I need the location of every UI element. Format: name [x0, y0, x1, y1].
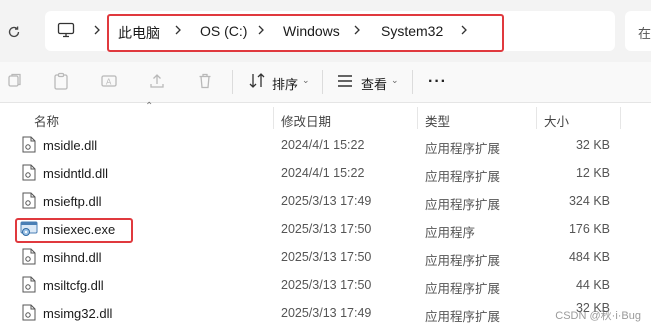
- column-separator[interactable]: [417, 107, 418, 129]
- refresh-icon: [8, 26, 20, 38]
- column-header-size[interactable]: 大小: [544, 111, 569, 130]
- file-date: 2025/3/13 17:49: [281, 306, 372, 320]
- file-name: msimg32.dll: [43, 306, 113, 321]
- dll-file-icon: [22, 248, 36, 265]
- column-header-type[interactable]: 类型: [425, 111, 450, 130]
- chevron-down-icon[interactable]: ⌄: [302, 75, 310, 86]
- column-header-name[interactable]: 名称: [34, 111, 59, 130]
- copy-icon[interactable]: [4, 71, 24, 91]
- computer-icon[interactable]: [57, 21, 75, 39]
- file-type: 应用程序: [425, 226, 476, 240]
- file-type: 应用程序扩展: [425, 142, 501, 156]
- column-separator[interactable]: [536, 107, 537, 129]
- file-size: 12 KB: [575, 166, 610, 180]
- view-icon[interactable]: [335, 71, 355, 91]
- file-date: 2024/4/1 15:22: [281, 138, 365, 152]
- more-options-button[interactable]: ···: [428, 73, 447, 91]
- file-size: 44 KB: [575, 278, 610, 292]
- svg-text:A: A: [106, 78, 112, 87]
- delete-icon[interactable]: [195, 71, 215, 91]
- search-placeholder: 在: [638, 26, 651, 41]
- file-date: 2025/3/13 17:50: [281, 250, 372, 264]
- file-row[interactable]: msihnd.dll 2025/3/13 17:50 应用程序扩展 484 KB: [0, 243, 651, 271]
- highlight-box-path: [107, 14, 504, 52]
- refresh-button[interactable]: [4, 22, 24, 42]
- column-header-row: ⌃ 名称 修改日期 类型 大小: [0, 101, 651, 131]
- rename-icon[interactable]: A: [99, 71, 119, 91]
- file-row[interactable]: msiltcfg.dll 2025/3/13 17:50 应用程序扩展 44 K…: [0, 271, 651, 299]
- toolbar-divider: [322, 70, 323, 94]
- sort-icon[interactable]: [247, 71, 267, 91]
- toolbar-divider: [412, 70, 413, 94]
- file-date: 2024/4/1 15:22: [281, 166, 365, 180]
- file-type: 应用程序扩展: [425, 310, 501, 324]
- file-size: 324 KB: [568, 194, 610, 208]
- sort-button-label[interactable]: 排序: [272, 74, 298, 93]
- column-separator[interactable]: [273, 107, 274, 129]
- dll-file-icon: [22, 164, 36, 181]
- address-bar: 此电脑 OS (C:) Windows System32 在: [0, 0, 651, 62]
- paste-icon[interactable]: [51, 71, 71, 91]
- file-type: 应用程序扩展: [425, 198, 501, 212]
- file-size: 32 KB: [575, 138, 610, 152]
- chevron-right-icon[interactable]: [92, 23, 102, 37]
- chevron-down-icon[interactable]: ⌄: [391, 75, 399, 86]
- file-row[interactable]: msidle.dll 2024/4/1 15:22 应用程序扩展 32 KB: [0, 131, 651, 159]
- column-header-date[interactable]: 修改日期: [281, 111, 331, 130]
- view-button-label[interactable]: 查看: [361, 74, 387, 93]
- toolbar-divider: [232, 70, 233, 94]
- watermark: CSDN @秋·i·Bug: [555, 310, 641, 322]
- file-row[interactable]: msidntld.dll 2024/4/1 15:22 应用程序扩展 12 KB: [0, 159, 651, 187]
- sort-up-icon: ⌃: [145, 101, 154, 112]
- file-date: 2025/3/13 17:50: [281, 222, 372, 236]
- file-type: 应用程序扩展: [425, 170, 501, 184]
- command-toolbar: A 排序 ⌄ 查看 ⌄ ···: [0, 62, 651, 103]
- file-date: 2025/3/13 17:49: [281, 194, 372, 208]
- file-row[interactable]: msieftp.dll 2025/3/13 17:49 应用程序扩展 324 K…: [0, 187, 651, 215]
- search-box[interactable]: 在: [625, 11, 651, 51]
- file-name: msihnd.dll: [43, 250, 102, 265]
- file-date: 2025/3/13 17:50: [281, 278, 372, 292]
- dll-file-icon: [22, 192, 36, 209]
- file-name: msidntld.dll: [43, 166, 109, 181]
- dll-file-icon: [22, 304, 36, 321]
- file-size: 176 KB: [568, 222, 610, 236]
- share-icon[interactable]: [147, 71, 167, 91]
- dll-file-icon: [22, 136, 36, 153]
- file-name: msidle.dll: [43, 138, 98, 153]
- file-name: msiltcfg.dll: [43, 278, 104, 293]
- dll-file-icon: [22, 276, 36, 293]
- file-name: msieftp.dll: [43, 194, 102, 209]
- highlight-box-msiexec: [15, 218, 133, 243]
- file-type: 应用程序扩展: [425, 282, 501, 296]
- file-row[interactable]: msimg32.dll 2025/3/13 17:49 应用程序扩展 32 KB: [0, 299, 651, 327]
- column-separator[interactable]: [620, 107, 621, 129]
- file-size: 484 KB: [568, 250, 610, 264]
- file-type: 应用程序扩展: [425, 254, 501, 268]
